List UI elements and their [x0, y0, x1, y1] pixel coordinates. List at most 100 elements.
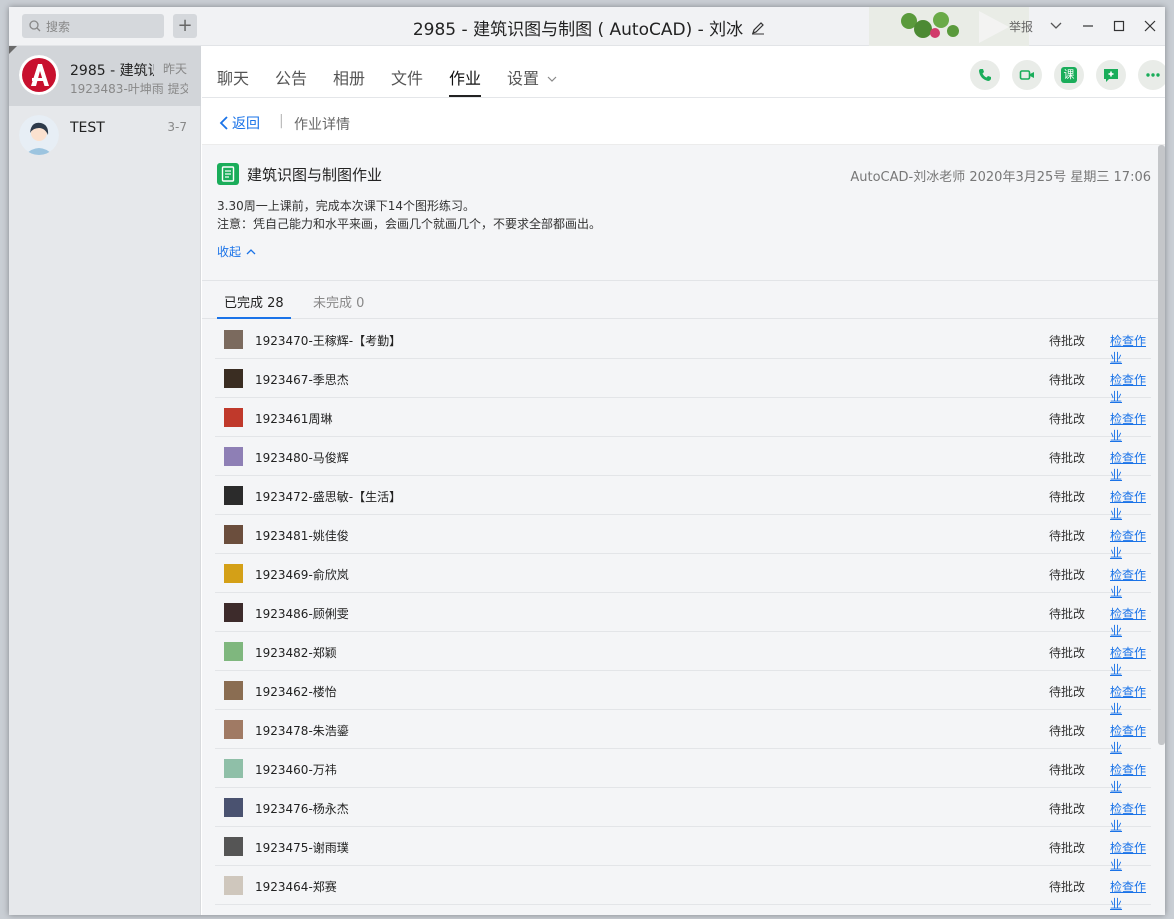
- tab-settings[interactable]: 设置: [507, 65, 557, 89]
- table-row: 1923460-万祎 待批改 检查作业: [215, 749, 1151, 794]
- back-label: 返回: [232, 116, 260, 132]
- tab-incomplete[interactable]: 未完成 0: [313, 292, 364, 311]
- course-button[interactable]: 课: [1054, 60, 1084, 90]
- chevron-up-icon: [246, 248, 256, 254]
- description-line: 3.30周一上课前，完成本次课下14个图形练习。: [217, 199, 475, 213]
- status-badge: 待批改: [1049, 685, 1086, 699]
- student-avatar: [224, 798, 243, 817]
- description-line: 注意：凭自己能力和水平来画，会画几个就画几个，不要求全部都画出。: [217, 217, 602, 231]
- phone-icon: [979, 69, 991, 81]
- conversation-name: TEST: [70, 120, 105, 136]
- collapse-toggle[interactable]: 收起: [217, 243, 257, 260]
- maximize-icon: [1113, 20, 1125, 32]
- student-name: 1923460-万祎: [255, 763, 337, 777]
- student-avatar: [224, 759, 243, 778]
- student-avatar: [224, 525, 243, 544]
- edit-icon[interactable]: [751, 21, 765, 35]
- student-avatar: [224, 876, 243, 895]
- autocad-avatar: [19, 55, 59, 95]
- homework-description: 3.30周一上课前，完成本次课下14个图形练习。 注意：凭自己能力和水平来画，会…: [217, 197, 601, 233]
- student-avatar: [224, 486, 243, 505]
- minimize-icon: [1083, 25, 1093, 27]
- student-name: 1923486-顾俐雯: [255, 607, 349, 621]
- student-name: 1923462-楼怡: [255, 685, 337, 699]
- video-call-button[interactable]: [1012, 60, 1042, 90]
- table-row: 1923462-楼怡 待批改 检查作业: [215, 671, 1151, 716]
- student-avatar: [224, 564, 243, 583]
- student-name: 1923467-季思杰: [255, 373, 349, 387]
- status-badge: 待批改: [1049, 373, 1086, 387]
- submission-list: 1923470-王稼辉-【考勤】 待批改 检查作业 1923467-季思杰 待批改 检查作…: [215, 320, 1151, 911]
- maximize-button[interactable]: [1108, 15, 1130, 37]
- status-badge: 待批改: [1049, 763, 1086, 777]
- table-row: 1923464-郑赛 待批改 检查作业: [215, 866, 1151, 911]
- student-avatar: [224, 603, 243, 622]
- table-row: 1923467-季思杰 待批改 检查作业: [215, 359, 1151, 404]
- student-avatar: [224, 408, 243, 427]
- more-button[interactable]: [1138, 60, 1165, 90]
- student-avatar: [224, 681, 243, 700]
- student-name: 1923478-朱浩鎏: [255, 724, 349, 738]
- pin-marker: [9, 46, 17, 54]
- conversation-preview: 1923483-叶坤雨 提交: [70, 82, 188, 96]
- voice-call-button[interactable]: [970, 60, 1000, 90]
- student-name: 1923476-杨永杰: [255, 802, 349, 816]
- tab-album[interactable]: 相册: [333, 65, 365, 89]
- tab-chat[interactable]: 聊天: [217, 65, 249, 89]
- table-row: 1923480-马俊辉 待批改 检查作业: [215, 437, 1151, 482]
- status-badge: 待批改: [1049, 412, 1086, 426]
- close-icon: [1144, 20, 1156, 32]
- chevron-down-icon: [547, 76, 557, 82]
- conversation-sidebar: 2985 - 建筑识 昨天 1923483-叶坤雨 提交 TEST 3-7: [9, 46, 201, 915]
- tab-files[interactable]: 文件: [391, 65, 423, 89]
- tab-completed[interactable]: 已完成 28: [217, 292, 291, 319]
- check-homework-link[interactable]: 检查作业: [1110, 878, 1151, 912]
- chevron-down-icon[interactable]: [1049, 17, 1063, 33]
- main-panel: 聊天 公告 相册 文件 作业 设置 课 返回 | 作业详情 建筑识图与制图作业 …: [202, 46, 1165, 915]
- conversation-item[interactable]: TEST 3-7: [9, 106, 201, 166]
- minimize-button[interactable]: [1077, 15, 1099, 37]
- tab-bar: 聊天 公告 相册 文件 作业 设置 课: [202, 46, 1165, 98]
- student-name: 1923469-俞欣岚: [255, 568, 349, 582]
- student-name: 1923475-谢雨璞: [255, 841, 349, 855]
- homework-meta: AutoCAD-刘冰老师 2020年3月25号 星期三 17:06: [850, 170, 1151, 185]
- back-button[interactable]: 返回: [219, 113, 260, 133]
- conversation-item[interactable]: 2985 - 建筑识 昨天 1923483-叶坤雨 提交: [9, 46, 201, 106]
- table-row: 1923475-谢雨璞 待批改 检查作业: [215, 827, 1151, 872]
- student-avatar: [224, 720, 243, 739]
- table-row: 1923469-俞欣岚 待批改 检查作业: [215, 554, 1151, 599]
- conversation-time: 昨天: [162, 62, 187, 76]
- course-icon: 课: [1061, 67, 1077, 83]
- student-avatar: [224, 447, 243, 466]
- tab-homework[interactable]: 作业: [449, 65, 482, 97]
- status-badge: 待批改: [1049, 880, 1086, 894]
- status-badge: 待批改: [1049, 490, 1086, 504]
- table-row: 1923472-盛思敏-【生活】 待批改 检查作业: [215, 476, 1151, 521]
- app-window: 搜索 + 2985 - 建筑识图与制图 ( AutoCAD) - 刘冰 举报 2…: [9, 7, 1165, 915]
- status-badge: 待批改: [1049, 529, 1086, 543]
- scrollbar[interactable]: [1158, 145, 1165, 745]
- student-name: 1923464-郑赛: [255, 880, 337, 894]
- student-name: 1923481-姚佳俊: [255, 529, 349, 543]
- search-input[interactable]: 搜索: [22, 14, 164, 38]
- student-avatar: [224, 642, 243, 661]
- close-button[interactable]: [1139, 15, 1161, 37]
- breadcrumb-current: 作业详情: [294, 117, 350, 133]
- status-badge: 待批改: [1049, 802, 1086, 816]
- add-app-button[interactable]: [1096, 60, 1126, 90]
- student-avatar: [224, 837, 243, 856]
- search-placeholder: 搜索: [46, 19, 71, 34]
- student-avatar: [224, 369, 243, 388]
- student-name: 1923482-郑颖: [255, 646, 337, 660]
- add-button[interactable]: +: [173, 14, 197, 38]
- title-bar: 搜索 + 2985 - 建筑识图与制图 ( AutoCAD) - 刘冰 举报: [9, 7, 1165, 46]
- report-link[interactable]: 举报: [1009, 18, 1033, 35]
- chevron-left-icon: [219, 116, 228, 130]
- breadcrumb: 返回 | 作业详情: [202, 98, 1165, 145]
- more-icon: [1146, 73, 1160, 77]
- student-name: 1923480-马俊辉: [255, 451, 349, 465]
- user-avatar: [19, 115, 59, 155]
- status-badge: 待批改: [1049, 646, 1086, 660]
- tab-announcement[interactable]: 公告: [275, 65, 307, 89]
- status-badge: 待批改: [1049, 451, 1086, 465]
